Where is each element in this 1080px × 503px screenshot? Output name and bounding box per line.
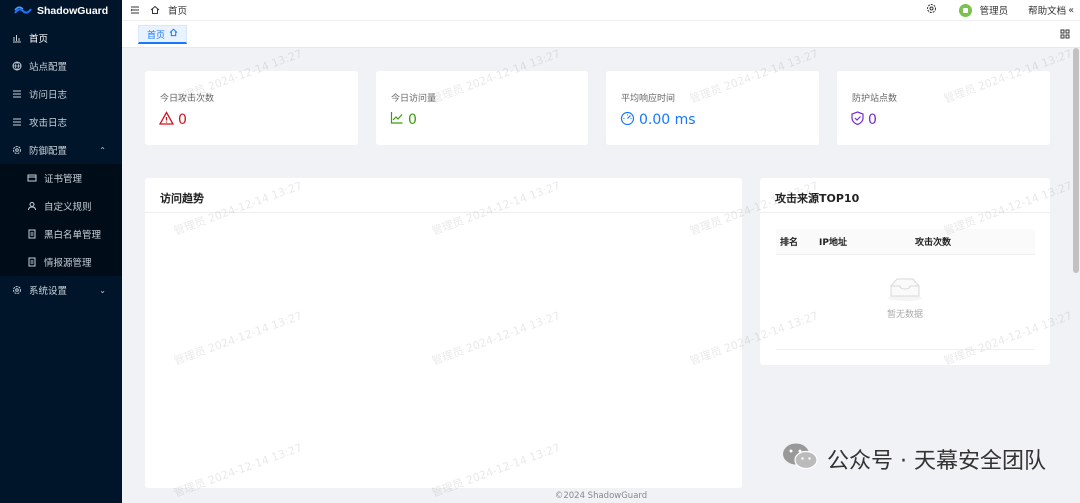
- sidebar-item-label: 首页: [29, 34, 49, 45]
- doc-icon: [27, 257, 37, 267]
- footer: ©2024 ShadowGuard: [554, 491, 648, 501]
- sidebar-item-access-log[interactable]: 访问日志: [0, 80, 122, 108]
- stat-card-protected-sites: 防护站点数 0: [837, 71, 1050, 145]
- stat-value: 0: [178, 112, 187, 128]
- dashboard-icon: [620, 111, 635, 129]
- logo-icon: [14, 6, 32, 14]
- stat-title: 今日攻击次数: [160, 94, 215, 104]
- stat-title: 平均响应时间: [621, 94, 676, 104]
- stat-card-response-time: 平均响应时间 0.00 ms: [606, 71, 819, 145]
- sidebar-item-label: 证书管理: [44, 174, 83, 185]
- panel-title: 攻击来源TOP10: [775, 192, 860, 205]
- tab-home[interactable]: 首页: [138, 25, 188, 44]
- sidebar-item-label: 情报源管理: [44, 258, 92, 269]
- column-header-rank[interactable]: 排名: [776, 229, 815, 255]
- empty-text: 暂无数据: [886, 310, 923, 320]
- globe-icon: [12, 61, 22, 71]
- table-header-row: 排名 IP地址 攻击次数: [776, 229, 1035, 255]
- column-header-ip[interactable]: IP地址: [815, 229, 911, 255]
- settings-gear-icon[interactable]: [926, 3, 937, 17]
- sidebar-item-label: 系统设置: [29, 286, 68, 297]
- shield-check-icon: [851, 111, 864, 129]
- double-chevron-left-icon[interactable]: «: [1068, 5, 1074, 16]
- stat-value-row: 0: [158, 111, 187, 129]
- sidebar: ShadowGuard 首页 站点配置 访问日志 攻击日志 防御配置 ⌃ 证书管…: [0, 0, 122, 503]
- stat-title: 今日访问量: [391, 94, 437, 104]
- sidebar-item-system-settings[interactable]: 系统设置 ⌄: [0, 276, 122, 304]
- tabs-bar: 首页: [122, 21, 1080, 48]
- column-header-count[interactable]: 攻击次数: [911, 229, 1035, 255]
- sidebar-item-intel-sources[interactable]: 情报源管理: [0, 248, 122, 276]
- stat-title: 防护站点数: [852, 94, 898, 104]
- visit-trend-panel: 访问趋势: [145, 178, 742, 488]
- sidebar-item-label: 站点配置: [29, 62, 68, 73]
- top-header: 首页 管理员 帮助文档 «: [122, 0, 1080, 21]
- empty-state: 暂无数据: [760, 276, 1050, 320]
- stat-value-row: 0: [390, 111, 417, 128]
- stat-value: 0: [868, 112, 877, 128]
- logo[interactable]: ShadowGuard: [0, 0, 122, 21]
- scrollbar-thumb[interactable]: [1073, 48, 1079, 273]
- divider: [760, 212, 1050, 213]
- sidebar-item-sites[interactable]: 站点配置: [0, 52, 122, 80]
- list-icon: [12, 89, 22, 99]
- warning-icon: [158, 111, 175, 129]
- sidebar-item-defense[interactable]: 防御配置 ⌃: [0, 136, 122, 164]
- wechat-icon: [781, 441, 819, 477]
- wechat-text: 公众号 · 天幕安全团队: [827, 449, 1046, 474]
- main-content: 今日攻击次数 0 今日访问量 0 平均响应时间 0.00 ms 防护站点数 0 …: [122, 48, 1068, 488]
- username[interactable]: 管理员: [980, 3, 1009, 17]
- stat-value: 0: [408, 111, 417, 128]
- defense-submenu: 证书管理 自定义规则 黑白名单管理 情报源管理: [0, 164, 122, 276]
- sidebar-item-label: 黑白名单管理: [44, 230, 102, 241]
- panel-title: 访问趋势: [160, 192, 204, 205]
- avatar[interactable]: [958, 3, 972, 17]
- stat-card-attacks: 今日攻击次数 0: [145, 71, 358, 145]
- stat-value-row: 0: [851, 111, 877, 129]
- top10-table: 排名 IP地址 攻击次数: [776, 229, 1035, 255]
- bar-chart-icon: [12, 33, 22, 43]
- sidebar-item-custom-rules[interactable]: 自定义规则: [0, 192, 122, 220]
- home-icon: [169, 28, 178, 40]
- sidebar-item-label: 自定义规则: [44, 202, 92, 213]
- grid-icon[interactable]: [1060, 29, 1070, 42]
- stat-value-row: 0.00 ms: [620, 111, 696, 129]
- chevron-down-icon: ⌄: [99, 285, 106, 295]
- help-docs-link[interactable]: 帮助文档: [1028, 3, 1066, 17]
- divider: [145, 212, 742, 213]
- menu-fold-icon[interactable]: [128, 3, 142, 17]
- breadcrumb[interactable]: 首页: [168, 3, 187, 17]
- sidebar-item-blackwhite-list[interactable]: 黑白名单管理: [0, 220, 122, 248]
- line-chart-icon: [390, 111, 404, 128]
- sidebar-item-label: 访问日志: [29, 90, 68, 101]
- tab-label: 首页: [147, 30, 166, 41]
- empty-inbox-icon: [760, 276, 1050, 305]
- sidebar-item-label: 防御配置: [29, 146, 68, 157]
- table-bottom-border: [776, 349, 1035, 350]
- stat-card-visits: 今日访问量 0: [376, 71, 588, 145]
- header-actions: 管理员 帮助文档 «: [926, 3, 1080, 17]
- doc-icon: [27, 229, 37, 239]
- app-name: ShadowGuard: [37, 4, 109, 17]
- wechat-overlay: 公众号 · 天幕安全团队: [781, 441, 1046, 477]
- card-icon: [27, 173, 37, 183]
- user-icon: [27, 201, 37, 211]
- sidebar-item-home[interactable]: 首页: [0, 24, 122, 52]
- chevron-up-icon: ⌃: [99, 145, 106, 155]
- sidebar-item-attack-log[interactable]: 攻击日志: [0, 108, 122, 136]
- home-icon[interactable]: [148, 3, 162, 17]
- sidebar-item-label: 攻击日志: [29, 118, 68, 129]
- stat-value: 0.00 ms: [639, 112, 696, 128]
- list-icon: [12, 117, 22, 127]
- attack-source-top10-panel: 攻击来源TOP10 排名 IP地址 攻击次数 暂无数据: [760, 178, 1050, 365]
- sidebar-item-certificates[interactable]: 证书管理: [0, 164, 122, 192]
- gear-icon: [12, 145, 22, 155]
- gear-icon: [12, 285, 22, 295]
